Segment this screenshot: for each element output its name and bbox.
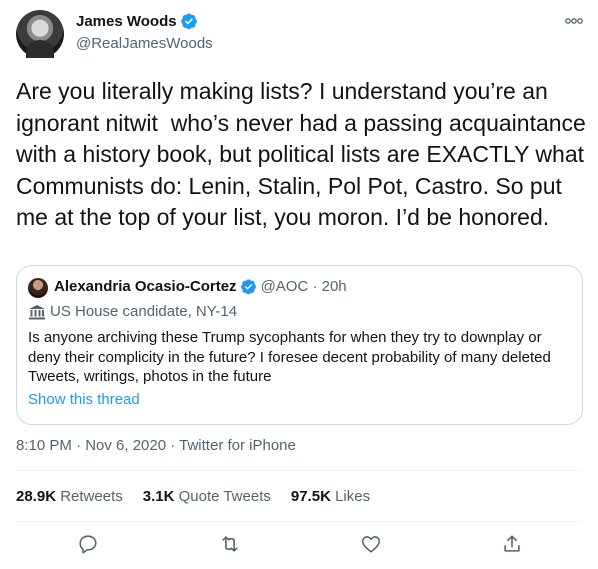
retweets-stat[interactable]: 28.9K Retweets	[16, 488, 123, 505]
author-display-name[interactable]: James Woods	[76, 13, 177, 30]
heart-icon[interactable]	[360, 533, 382, 555]
quoted-tweet-card[interactable]: Alexandria Ocasio-Cortez @AOC · 20h US H…	[16, 265, 583, 425]
engagement-stats: 28.9K Retweets 3.1K Quote Tweets 97.5K L…	[16, 488, 390, 505]
retweets-label: Retweets	[60, 488, 123, 505]
verified-badge-icon	[240, 279, 256, 295]
quoted-author-label-row: US House candidate, NY-14	[28, 303, 237, 320]
divider	[16, 470, 582, 471]
likes-label: Likes	[335, 488, 371, 505]
more-icon[interactable]	[563, 14, 585, 28]
share-icon[interactable]	[501, 533, 523, 555]
tweet-timestamp-source[interactable]: 8:10 PM · Nov 6, 2020 · Twitter for iPho…	[16, 437, 296, 454]
reply-icon[interactable]	[77, 533, 99, 555]
likes-stat[interactable]: 97.5K Likes	[291, 488, 370, 505]
quoted-author-label: US House candidate, NY-14	[50, 303, 238, 320]
government-building-icon	[29, 304, 45, 319]
quoted-author-handle-time: @AOC · 20h	[260, 278, 347, 295]
verified-badge-icon	[180, 13, 197, 30]
quoted-tweet-text: Is anyone archiving these Trump sycophan…	[28, 329, 551, 385]
author-handle[interactable]: @RealJamesWoods	[76, 35, 213, 52]
quote-tweets-count: 3.1K	[142, 488, 175, 505]
show-thread-link[interactable]: Show this thread	[28, 391, 140, 408]
quoted-author-name: Alexandria Ocasio-Cortez	[54, 278, 237, 295]
quoted-author-row: Alexandria Ocasio-Cortez @AOC · 20h	[54, 278, 347, 295]
likes-count: 97.5K	[290, 488, 331, 505]
quote-tweets-stat[interactable]: 3.1K Quote Tweets	[143, 488, 271, 505]
tweet-text: Are you literally making lists? I unders…	[16, 78, 593, 230]
divider	[16, 521, 582, 522]
retweets-count: 28.9K	[16, 488, 57, 505]
quote-tweets-label: Quote Tweets	[178, 488, 271, 505]
author-avatar[interactable]	[16, 10, 64, 58]
retweet-icon[interactable]	[219, 533, 241, 555]
quoted-author-avatar	[28, 278, 48, 298]
author-name-row: James Woods	[76, 12, 198, 30]
tweet-actions-bar	[0, 533, 598, 561]
